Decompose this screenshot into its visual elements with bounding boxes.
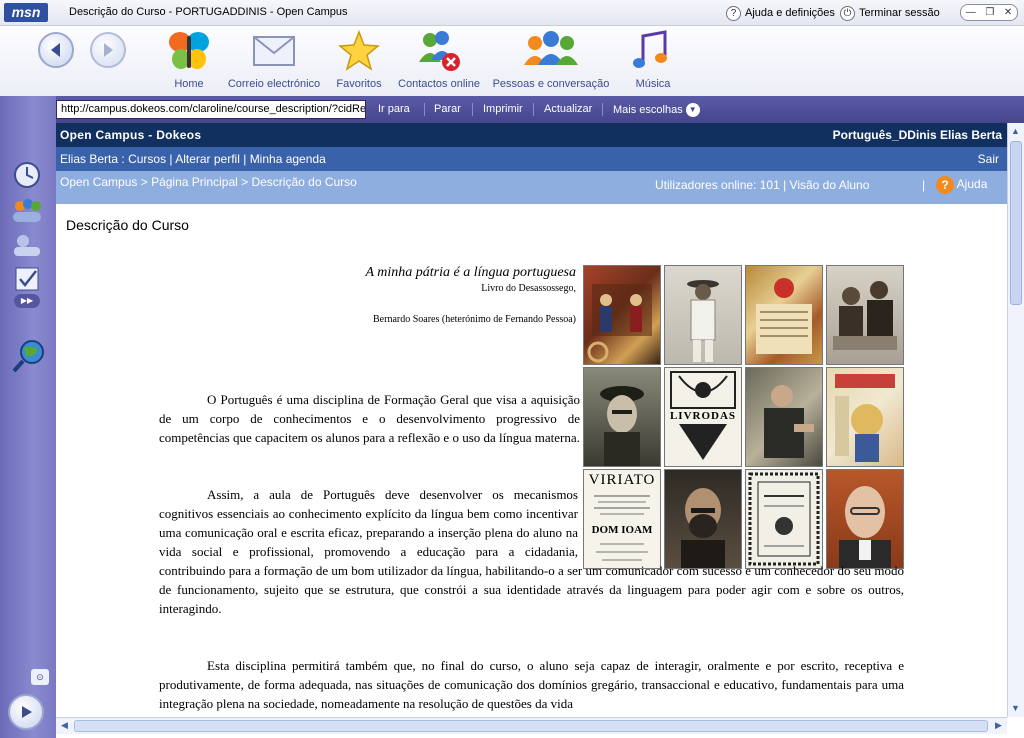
- horizontal-scroll-thumb[interactable]: [74, 720, 988, 732]
- window-controls: — ❐ ✕: [960, 4, 1018, 21]
- more-options-button[interactable]: Mais escolhas ▼: [613, 103, 700, 117]
- breadcrumb-bar: Open Campus > Página Principal > Descriç…: [56, 171, 1007, 204]
- student-view-link[interactable]: Visão do Aluno: [790, 178, 870, 192]
- lock-icon[interactable]: ⊙: [30, 668, 50, 686]
- site-title: Open Campus - Dokeos: [60, 128, 202, 142]
- help-circle-icon: ?: [936, 176, 954, 194]
- image-illuminated-manuscript: [745, 265, 823, 365]
- image-livrodas-cover: LIVRODAS: [664, 367, 742, 467]
- expand-icon[interactable]: ▶▶: [10, 292, 44, 310]
- online-users: Utilizadores online: 101 | Visão do Alun…: [655, 178, 870, 192]
- livrodas-cover-text: LIVRODAS: [669, 410, 737, 422]
- edit-check-icon[interactable]: [10, 264, 44, 294]
- scroll-right-icon[interactable]: ▶: [991, 718, 1006, 733]
- user-name: Elias Berta: [60, 152, 119, 166]
- user-nav-links: Elias Berta : Cursos | Alterar perfil | …: [60, 152, 326, 166]
- online-users-count[interactable]: Utilizadores online: 101: [655, 178, 780, 192]
- help-settings-label: Ajuda e definições: [745, 7, 835, 19]
- contacts-icon[interactable]: [10, 196, 44, 226]
- play-button[interactable]: [8, 694, 44, 730]
- left-panel: ▶▶ ⊙: [0, 96, 56, 738]
- image-man-white-suit: [664, 265, 742, 365]
- image-two-men-portrait: [826, 265, 904, 365]
- minimize-icon[interactable]: —: [966, 7, 976, 18]
- image-pessoa-portrait: [583, 367, 661, 467]
- my-agenda-link[interactable]: Minha agenda: [250, 152, 326, 166]
- paragraph-intro: O Português é uma disciplina de Formação…: [159, 392, 580, 445]
- page-title: Descrição do Curso: [66, 217, 189, 233]
- stop-button[interactable]: Parar: [434, 103, 461, 115]
- power-icon: ⏻: [840, 5, 855, 21]
- quote-source: Livro do Desassossego,: [481, 283, 576, 294]
- image-man-painting: [745, 367, 823, 467]
- forward-arrow-icon: [104, 43, 113, 57]
- maximize-icon[interactable]: ❐: [985, 7, 994, 18]
- breadcrumb: Open Campus > Página Principal > Descriç…: [60, 175, 357, 189]
- vertical-scrollbar[interactable]: ▲ ▼: [1007, 123, 1024, 717]
- horizontal-scrollbar[interactable]: ◀ ▶: [56, 717, 1007, 734]
- contacts-offline-icon: [374, 26, 504, 76]
- scroll-up-icon[interactable]: ▲: [1008, 124, 1023, 139]
- scroll-left-icon[interactable]: ◀: [57, 718, 72, 733]
- back-button[interactable]: [38, 32, 74, 68]
- quote-text: A minha pátria é a língua portuguesa: [365, 265, 576, 280]
- window-title: Descrição do Curso - PORTUGADDINIS - Ope…: [69, 6, 348, 18]
- breadcrumb-principal[interactable]: Página Principal: [151, 175, 238, 189]
- image-medieval-musicians: [583, 265, 661, 365]
- paragraph-objectives: Assim, a aula de Português deve desenvol…: [159, 485, 904, 618]
- more-options-label: Mais escolhas: [613, 103, 683, 116]
- toolbar-music-label: Música: [635, 78, 671, 90]
- scroll-down-icon[interactable]: ▼: [1008, 701, 1023, 716]
- print-button[interactable]: Imprimir: [483, 103, 523, 115]
- divider: [533, 103, 534, 116]
- divider: [424, 103, 425, 116]
- sign-out-label: Terminar sessão: [859, 7, 940, 19]
- msn-logo: msn: [4, 3, 48, 22]
- music-notes-icon: [588, 26, 718, 76]
- logout-link[interactable]: Sair: [978, 152, 999, 166]
- separator: :: [121, 152, 125, 166]
- vertical-scroll-thumb[interactable]: [1010, 141, 1022, 305]
- go-button[interactable]: Ir para: [378, 103, 410, 115]
- help-settings-link[interactable]: ? Ajuda e definições: [726, 4, 835, 22]
- title-bar: msn Descrição do Curso - PORTUGADDINIS -…: [0, 0, 1024, 26]
- msn-toolbar: Home Correio electrónico Favoritos Conta…: [0, 26, 1024, 96]
- url-field[interactable]: http://campus.dokeos.com/claroline/cours…: [56, 100, 366, 119]
- toolbar-music[interactable]: Música: [588, 26, 718, 90]
- edit-profile-link[interactable]: Alterar perfil: [175, 152, 240, 166]
- divider: [472, 103, 473, 116]
- play-icon: [22, 706, 32, 718]
- sign-out-link[interactable]: ⏻ Terminar sessão: [840, 4, 940, 22]
- forward-button[interactable]: [90, 32, 126, 68]
- address-bar: http://campus.dokeos.com/claroline/cours…: [0, 96, 1024, 123]
- divider: [602, 103, 603, 116]
- user-nav: Elias Berta : Cursos | Alterar perfil | …: [56, 147, 1007, 171]
- close-icon[interactable]: ✕: [1004, 7, 1012, 18]
- quote-block: A minha pátria é a língua portuguesa Liv…: [365, 265, 576, 325]
- quote-author: Bernardo Soares (heterónimo de Fernando …: [373, 314, 576, 325]
- help-icon: ?: [726, 5, 741, 21]
- chat-icon[interactable]: [10, 230, 44, 260]
- web-content: Open Campus - Dokeos Português_DDinis El…: [56, 123, 1007, 717]
- course-title: Português_DDinis Elias Berta: [832, 128, 1002, 142]
- globe-search-icon[interactable]: [10, 336, 44, 376]
- help-link[interactable]: ? Ajuda: [936, 176, 987, 194]
- back-arrow-icon: [51, 43, 60, 57]
- breadcrumb-home[interactable]: Open Campus: [60, 175, 137, 189]
- help-label: Ajuda: [956, 177, 988, 192]
- refresh-button[interactable]: Actualizar: [544, 103, 592, 115]
- chevron-down-icon: ▼: [685, 103, 700, 117]
- toolbar-online-contacts[interactable]: Contactos online: [374, 26, 504, 90]
- paragraph-goals: Esta disciplina permitirá também que, no…: [159, 658, 904, 711]
- history-icon[interactable]: [10, 160, 44, 190]
- image-illustrated-page: [826, 367, 904, 467]
- toolbar-online-contacts-label: Contactos online: [398, 78, 480, 90]
- float-spacer: [578, 485, 904, 561]
- courses-link[interactable]: Cursos: [128, 152, 166, 166]
- site-header: Open Campus - Dokeos Português_DDinis El…: [56, 123, 1007, 147]
- breadcrumb-current: Descrição do Curso: [251, 175, 357, 189]
- divider: |: [922, 178, 926, 192]
